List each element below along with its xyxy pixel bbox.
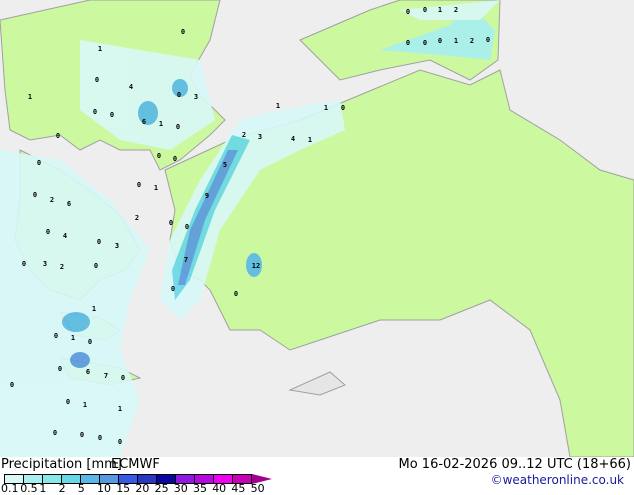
precip-value-label: 9 bbox=[205, 192, 209, 200]
legend-title: Precipitation [mm] bbox=[1, 457, 122, 472]
scale-tick-label: 0.1 bbox=[1, 482, 19, 495]
precip-value-label: 5 bbox=[223, 161, 227, 169]
precip-value-label: 0 bbox=[93, 108, 97, 116]
precip-value-label: 0 bbox=[80, 431, 84, 439]
precip-value-label: 0 bbox=[169, 219, 173, 227]
precip-value-label: 1 bbox=[154, 184, 158, 192]
scale-tick-label: 15 bbox=[116, 482, 131, 495]
valid-datetime: Mo 16-02-2026 09..12 UTC (18+66) bbox=[398, 457, 632, 472]
precip-value-label: 0 bbox=[37, 159, 41, 167]
precip-value-label: 1 bbox=[438, 6, 442, 14]
precip-value-label: 7 bbox=[184, 256, 188, 264]
precip-value-label: 0 bbox=[88, 338, 92, 346]
scale-tick-label: 45 bbox=[231, 482, 246, 495]
precip-value-label: 0 bbox=[54, 332, 58, 340]
precip-value-label: 0 bbox=[406, 8, 410, 16]
scale-tick-label: 2 bbox=[58, 482, 66, 495]
precip-value-label: 6 bbox=[67, 200, 71, 208]
precip-value-label: 1 bbox=[98, 45, 102, 53]
precip-value-label: 1 bbox=[276, 102, 280, 110]
precip-value-label: 0 bbox=[438, 37, 442, 45]
precip-value-label: 0 bbox=[171, 285, 175, 293]
precip-value-label: 1 bbox=[92, 305, 96, 313]
scale-tick-label: 20 bbox=[135, 482, 150, 495]
precip-value-label: 1 bbox=[159, 120, 163, 128]
precip-value-label: 0 bbox=[177, 91, 181, 99]
precip-value-label: 0 bbox=[137, 181, 141, 189]
precip-value-label: 1 bbox=[118, 405, 122, 413]
scale-tick-label: 1 bbox=[39, 482, 47, 495]
precip-value-label: 4 bbox=[291, 135, 295, 143]
precip-value-label: 0 bbox=[94, 262, 98, 270]
precip-value-label: 0 bbox=[234, 290, 238, 298]
precip-value-label: 12 bbox=[252, 262, 260, 270]
precip-value-label: 0 bbox=[121, 374, 125, 382]
precip-value-label: 6 bbox=[86, 368, 90, 376]
scale-tick-label: 0.5 bbox=[20, 482, 38, 495]
scale-tick-label: 5 bbox=[77, 482, 85, 495]
precip-value-label: 3 bbox=[258, 133, 262, 141]
precip-value-label: 2 bbox=[454, 6, 458, 14]
precip-value-label: 0 bbox=[53, 429, 57, 437]
precip-value-label: 1 bbox=[454, 37, 458, 45]
precip-value-label: 0 bbox=[406, 39, 410, 47]
precip-value-label: 0 bbox=[185, 223, 189, 231]
precip-value-label: 0 bbox=[486, 36, 490, 44]
precip-value-label: 7 bbox=[104, 372, 108, 380]
precip-value-label: 2 bbox=[470, 37, 474, 45]
precip-value-label: 0 bbox=[10, 381, 14, 389]
scale-tick-label: 40 bbox=[212, 482, 227, 495]
precip-value-label: 4 bbox=[129, 83, 133, 91]
precip-value-label: 0 bbox=[33, 191, 37, 199]
precip-value-label: 2 bbox=[50, 196, 54, 204]
precip-value-label: 1 bbox=[71, 334, 75, 342]
precip-value-label: 3 bbox=[194, 93, 198, 101]
precip-value-label: 0 bbox=[341, 104, 345, 112]
precip-value-label: 0 bbox=[157, 152, 161, 160]
precip-value-label: 3 bbox=[115, 242, 119, 250]
legend: Precipitation [mm] ECMWF Mo 16-02-2026 0… bbox=[0, 457, 634, 495]
precip-value-label: 0 bbox=[95, 76, 99, 84]
precip-value-label: 6 bbox=[142, 118, 146, 126]
precip-value-label: 0 bbox=[176, 123, 180, 131]
precip-value-label: 0 bbox=[110, 111, 114, 119]
precip-value-label: 0 bbox=[423, 39, 427, 47]
model-name: ECMWF bbox=[111, 457, 160, 472]
precip-value-label: 1 bbox=[83, 401, 87, 409]
credit-link[interactable]: ©weatheronline.co.uk bbox=[491, 473, 624, 487]
precip-value-label: 0 bbox=[97, 238, 101, 246]
precip-value-label: 0 bbox=[46, 228, 50, 236]
precip-value-label: 0 bbox=[58, 365, 62, 373]
precip-value-label: 2 bbox=[135, 214, 139, 222]
precip-value-label: 1 bbox=[28, 93, 32, 101]
precip-value-label: 0 bbox=[22, 260, 26, 268]
scale-tick-label: 10 bbox=[97, 482, 111, 495]
precip-value-label: 1 bbox=[324, 104, 328, 112]
precip-value-label: 2 bbox=[242, 131, 246, 139]
precip-value-label: 1 bbox=[308, 136, 312, 144]
scale-tick-label: 30 bbox=[173, 482, 188, 495]
scale-tick-label: 50 bbox=[250, 482, 265, 495]
precip-value-label: 0 bbox=[423, 6, 427, 14]
precip-value-label: 0 bbox=[98, 434, 102, 442]
scale-tick-label: 25 bbox=[154, 482, 169, 495]
scale-tick-label: 35 bbox=[193, 482, 207, 495]
precip-value-label: 0 bbox=[118, 438, 122, 446]
precip-value-label: 2 bbox=[60, 263, 64, 271]
precip-value-label: 0 bbox=[173, 155, 177, 163]
precip-value-label: 0 bbox=[181, 28, 185, 36]
precip-value-label: 0 bbox=[66, 398, 70, 406]
precip-value-label: 0 bbox=[56, 132, 60, 140]
precipitation-map: 010140 30 06 1 01 1 02 3 4 1000 050 1902 620 00 40 3712… bbox=[0, 0, 634, 457]
precip-value-label: 4 bbox=[63, 232, 67, 240]
precip-value-label: 3 bbox=[43, 260, 47, 268]
